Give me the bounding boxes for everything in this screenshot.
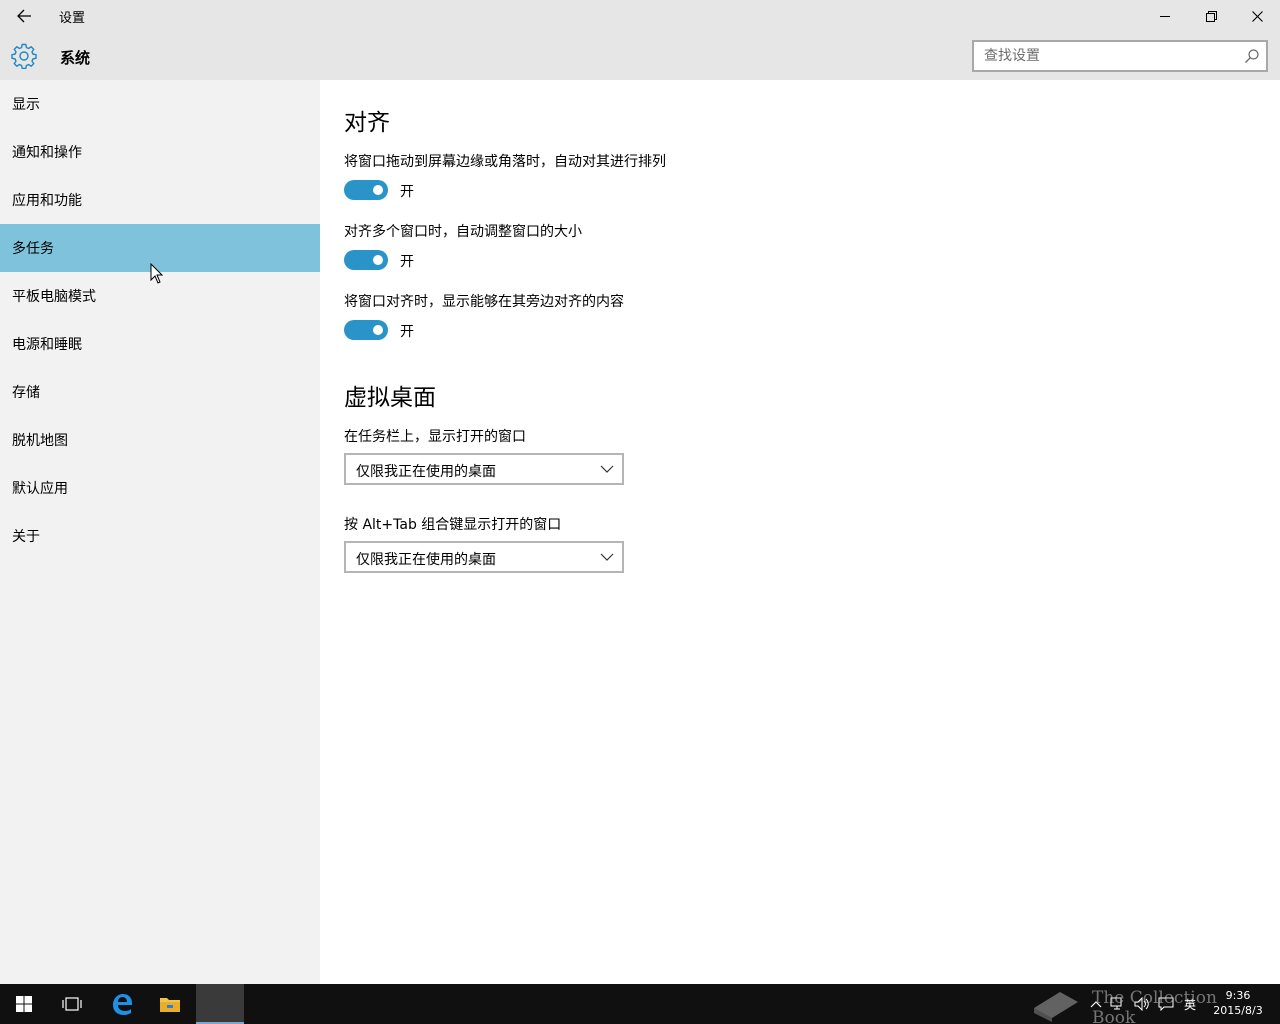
sidebar-item-about[interactable]: 关于 (0, 512, 320, 560)
gear-icon (11, 43, 37, 69)
minimize-button[interactable] (1142, 0, 1188, 32)
snap-arrange-toggle[interactable] (344, 180, 388, 200)
sidebar-item-notifications[interactable]: 通知和操作 (0, 128, 320, 176)
close-button[interactable] (1234, 0, 1280, 32)
title-bar: 设置 (0, 0, 1280, 32)
toggle-state-label: 开 (400, 184, 414, 200)
restore-button[interactable] (1188, 0, 1234, 32)
folder-icon (160, 998, 180, 1012)
toggle-state-label: 开 (400, 324, 414, 340)
sidebar-item-label: 默认应用 (12, 481, 68, 497)
alt-tab-label: 按 Alt+Tab 组合键显示打开的窗口 (344, 517, 562, 533)
snap-heading: 对齐 (344, 110, 390, 136)
snap-option-label: 将窗口对齐时，显示能够在其旁边对齐的内容 (344, 294, 624, 310)
windows-logo-icon (16, 996, 32, 1012)
task-view-icon (62, 997, 82, 1011)
sidebar-item-apps[interactable]: 应用和功能 (0, 176, 320, 224)
back-arrow-icon (17, 9, 31, 23)
main-content: 对齐 将窗口拖动到屏幕边缘或角落时，自动对其进行排列 开 对齐多个窗口时，自动调… (320, 80, 1280, 984)
toggle-state-label: 开 (400, 254, 414, 270)
close-icon (1251, 10, 1263, 22)
sidebar-item-label: 通知和操作 (12, 145, 82, 161)
file-explorer-button[interactable] (146, 984, 194, 1024)
sidebar-item-label: 脱机地图 (12, 433, 68, 449)
edge-icon (113, 994, 132, 1015)
snap-option-label: 对齐多个窗口时，自动调整窗口的大小 (344, 224, 582, 240)
settings-app-icon (216, 999, 224, 1007)
sidebar-item-default-apps[interactable]: 默认应用 (0, 464, 320, 512)
virtual-desktops-heading: 虚拟桌面 (344, 385, 436, 411)
sidebar: 显示 通知和操作 应用和功能 多任务 平板电脑模式 电源和睡眠 存储 脱机地图 … (0, 80, 320, 984)
dropdown-value: 仅限我正在使用的桌面 (356, 464, 496, 480)
settings-taskbar-button[interactable] (196, 984, 244, 1024)
sidebar-item-offline-maps[interactable]: 脱机地图 (0, 416, 320, 464)
chevron-down-icon (600, 465, 614, 473)
restore-icon (1205, 10, 1217, 22)
sidebar-item-label: 显示 (12, 97, 40, 113)
task-view-button[interactable] (48, 984, 96, 1024)
dropdown-value: 仅限我正在使用的桌面 (356, 552, 496, 568)
sidebar-item-power-sleep[interactable]: 电源和睡眠 (0, 320, 320, 368)
taskbar-windows-label: 在任务栏上，显示打开的窗口 (344, 429, 526, 445)
window-title: 设置 (59, 11, 86, 26)
sidebar-item-storage[interactable]: 存储 (0, 368, 320, 416)
snap-assist-toggle[interactable] (344, 320, 388, 340)
back-button[interactable] (0, 0, 48, 32)
minimize-icon (1160, 16, 1170, 17)
page-title: 系统 (60, 49, 91, 67)
mouse-cursor-icon (150, 263, 164, 284)
sidebar-item-display[interactable]: 显示 (0, 80, 320, 128)
sidebar-item-label: 电源和睡眠 (12, 337, 82, 353)
sidebar-item-label: 存储 (12, 385, 40, 401)
sidebar-item-label: 应用和功能 (12, 193, 82, 209)
search-input[interactable] (974, 42, 1224, 70)
sidebar-item-label: 关于 (12, 529, 40, 545)
taskbar-windows-dropdown[interactable]: 仅限我正在使用的桌面 (344, 453, 624, 485)
sidebar-item-label: 平板电脑模式 (12, 289, 96, 305)
edge-browser-button[interactable] (98, 984, 146, 1024)
settings-header: 系统 (0, 32, 1280, 80)
watermark-text: The Collection Book (1092, 988, 1217, 1024)
start-button[interactable] (0, 984, 48, 1024)
snap-resize-toggle[interactable] (344, 250, 388, 270)
alt-tab-dropdown[interactable]: 仅限我正在使用的桌面 (344, 541, 624, 573)
chevron-down-icon (600, 553, 614, 561)
snap-option-label: 将窗口拖动到屏幕边缘或角落时，自动对其进行排列 (344, 154, 666, 170)
search-box[interactable] (972, 40, 1268, 72)
watermark: The Collection Book (1030, 986, 1260, 1024)
book-logo-icon (1034, 992, 1078, 1022)
sidebar-item-label: 多任务 (12, 241, 54, 257)
search-icon[interactable] (1244, 48, 1260, 64)
